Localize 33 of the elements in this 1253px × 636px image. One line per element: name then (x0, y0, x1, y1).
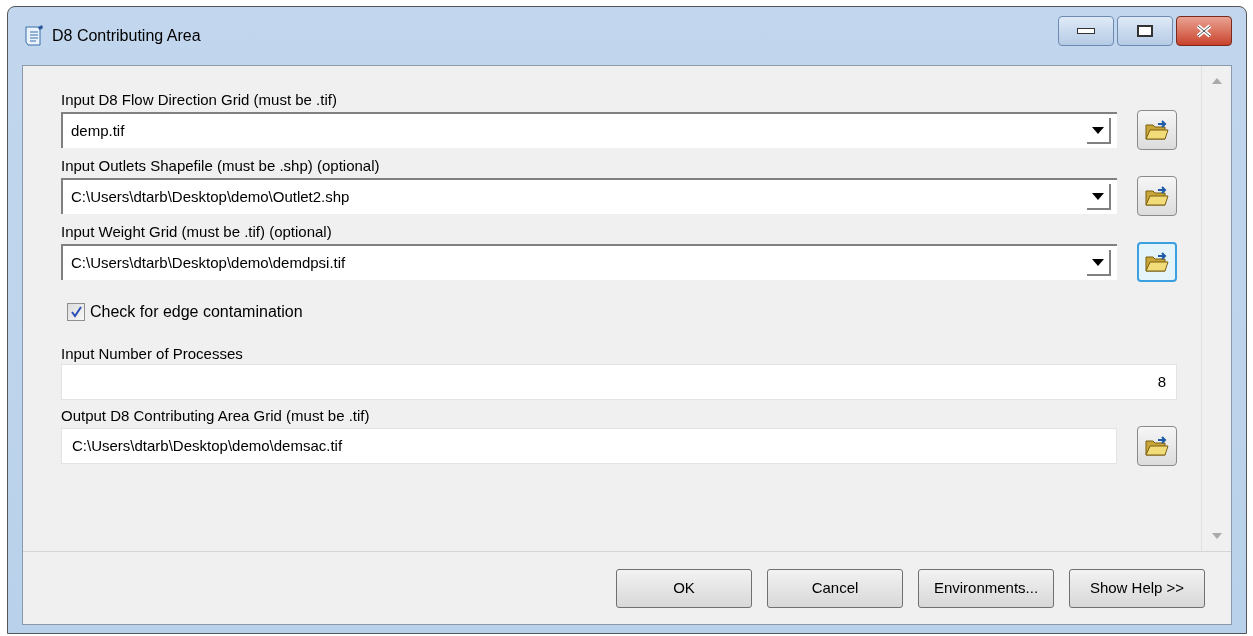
folder-icon (1144, 184, 1170, 208)
input-field[interactable]: 8 (61, 364, 1177, 400)
dropdown-field[interactable]: demp.tif (61, 112, 1117, 148)
field-label: Input Weight Grid (must be .tif) (optional) (61, 222, 333, 242)
dropdown-arrow-icon[interactable] (1087, 184, 1111, 210)
dialog-button[interactable]: Environments... (918, 568, 1054, 608)
field-label: Input Number of Processes (61, 344, 244, 364)
field-label: Output D8 Contributing Area Grid (must be .tif) (61, 406, 371, 426)
field-label: Input D8 Flow Direction Grid (must be .tif) (61, 90, 338, 110)
browse-button[interactable] (1137, 426, 1177, 466)
dialog-button[interactable]: Cancel (767, 568, 903, 608)
dialog-button[interactable]: OK (616, 568, 752, 608)
field-label: Input Outlets Shapefile (must be .shp) (optional) (61, 156, 381, 176)
input-field[interactable]: C:\Users\dtarb\Desktop\demo\demsac.tif (61, 428, 1117, 464)
close-icon (1195, 24, 1213, 38)
folder-icon (1144, 250, 1170, 274)
maximize-button[interactable] (1117, 16, 1173, 46)
browse-button[interactable] (1137, 242, 1177, 282)
folder-icon (1144, 434, 1170, 458)
close-button[interactable] (1176, 16, 1232, 46)
dropdown-arrow-icon[interactable] (1087, 118, 1111, 144)
checkbox-label: Check for edge contamination (90, 302, 303, 322)
browse-button[interactable] (1137, 110, 1177, 150)
browse-button[interactable] (1137, 176, 1177, 216)
dropdown-field[interactable]: C:\Users\dtarb\Desktop\demo\demdpsi.tif (61, 244, 1117, 280)
checkbox[interactable] (67, 303, 85, 321)
minimize-button[interactable] (1058, 16, 1114, 46)
folder-icon (1144, 118, 1170, 142)
dropdown-arrow-icon[interactable] (1087, 250, 1111, 276)
scroll-icon (22, 24, 44, 48)
dropdown-field[interactable]: C:\Users\dtarb\Desktop\demo\Outlet2.shp (61, 178, 1117, 214)
dialog-button[interactable]: Show Help >> (1069, 568, 1205, 608)
window-title: D8 Contributing Area (52, 26, 201, 46)
